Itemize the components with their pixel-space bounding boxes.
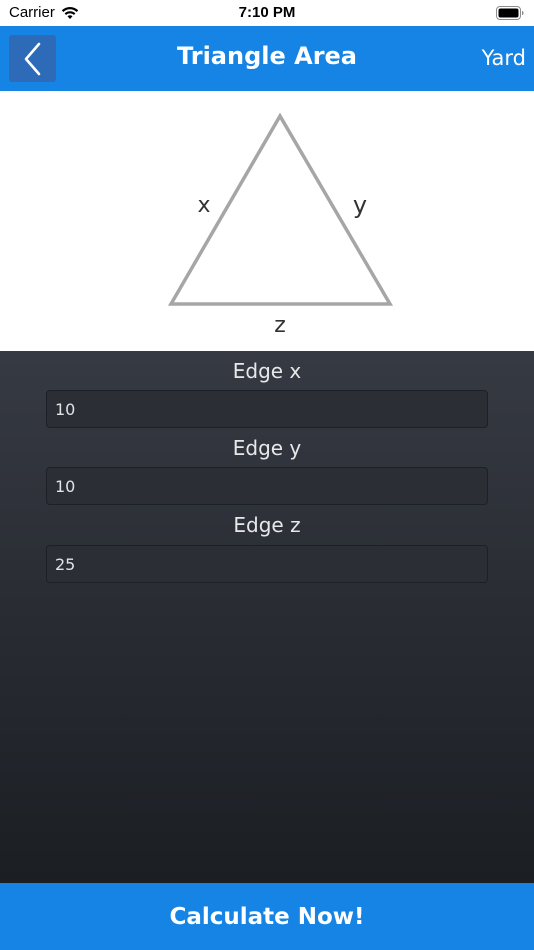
status-time: 7:10 PM: [238, 4, 296, 21]
edge-y-field-label: Edge y: [232, 436, 302, 460]
edge-x-input[interactable]: [46, 390, 488, 428]
triangle-diagram: x y z: [0, 91, 534, 351]
edge-y-label: y: [353, 191, 367, 219]
edge-form: Edge x Edge y Edge z: [0, 351, 534, 883]
edge-z-field-label: Edge z: [233, 513, 301, 537]
battery-icon: [496, 6, 524, 20]
edge-x-label: x: [197, 193, 210, 218]
edge-x-field-label: Edge x: [232, 359, 302, 383]
nav-bar: Triangle Area Yard: [0, 26, 534, 91]
edge-y-input[interactable]: [46, 467, 488, 505]
status-bar: Carrier 7:10 PM: [0, 0, 534, 26]
edge-z-label: z: [274, 313, 286, 338]
triangle-illustration: x y z: [167, 112, 394, 338]
calculate-button[interactable]: Calculate Now!: [0, 883, 534, 950]
edge-z-input[interactable]: [46, 545, 488, 583]
page-title: Triangle Area: [177, 42, 357, 70]
unit-toggle-button[interactable]: Yard: [482, 46, 526, 70]
